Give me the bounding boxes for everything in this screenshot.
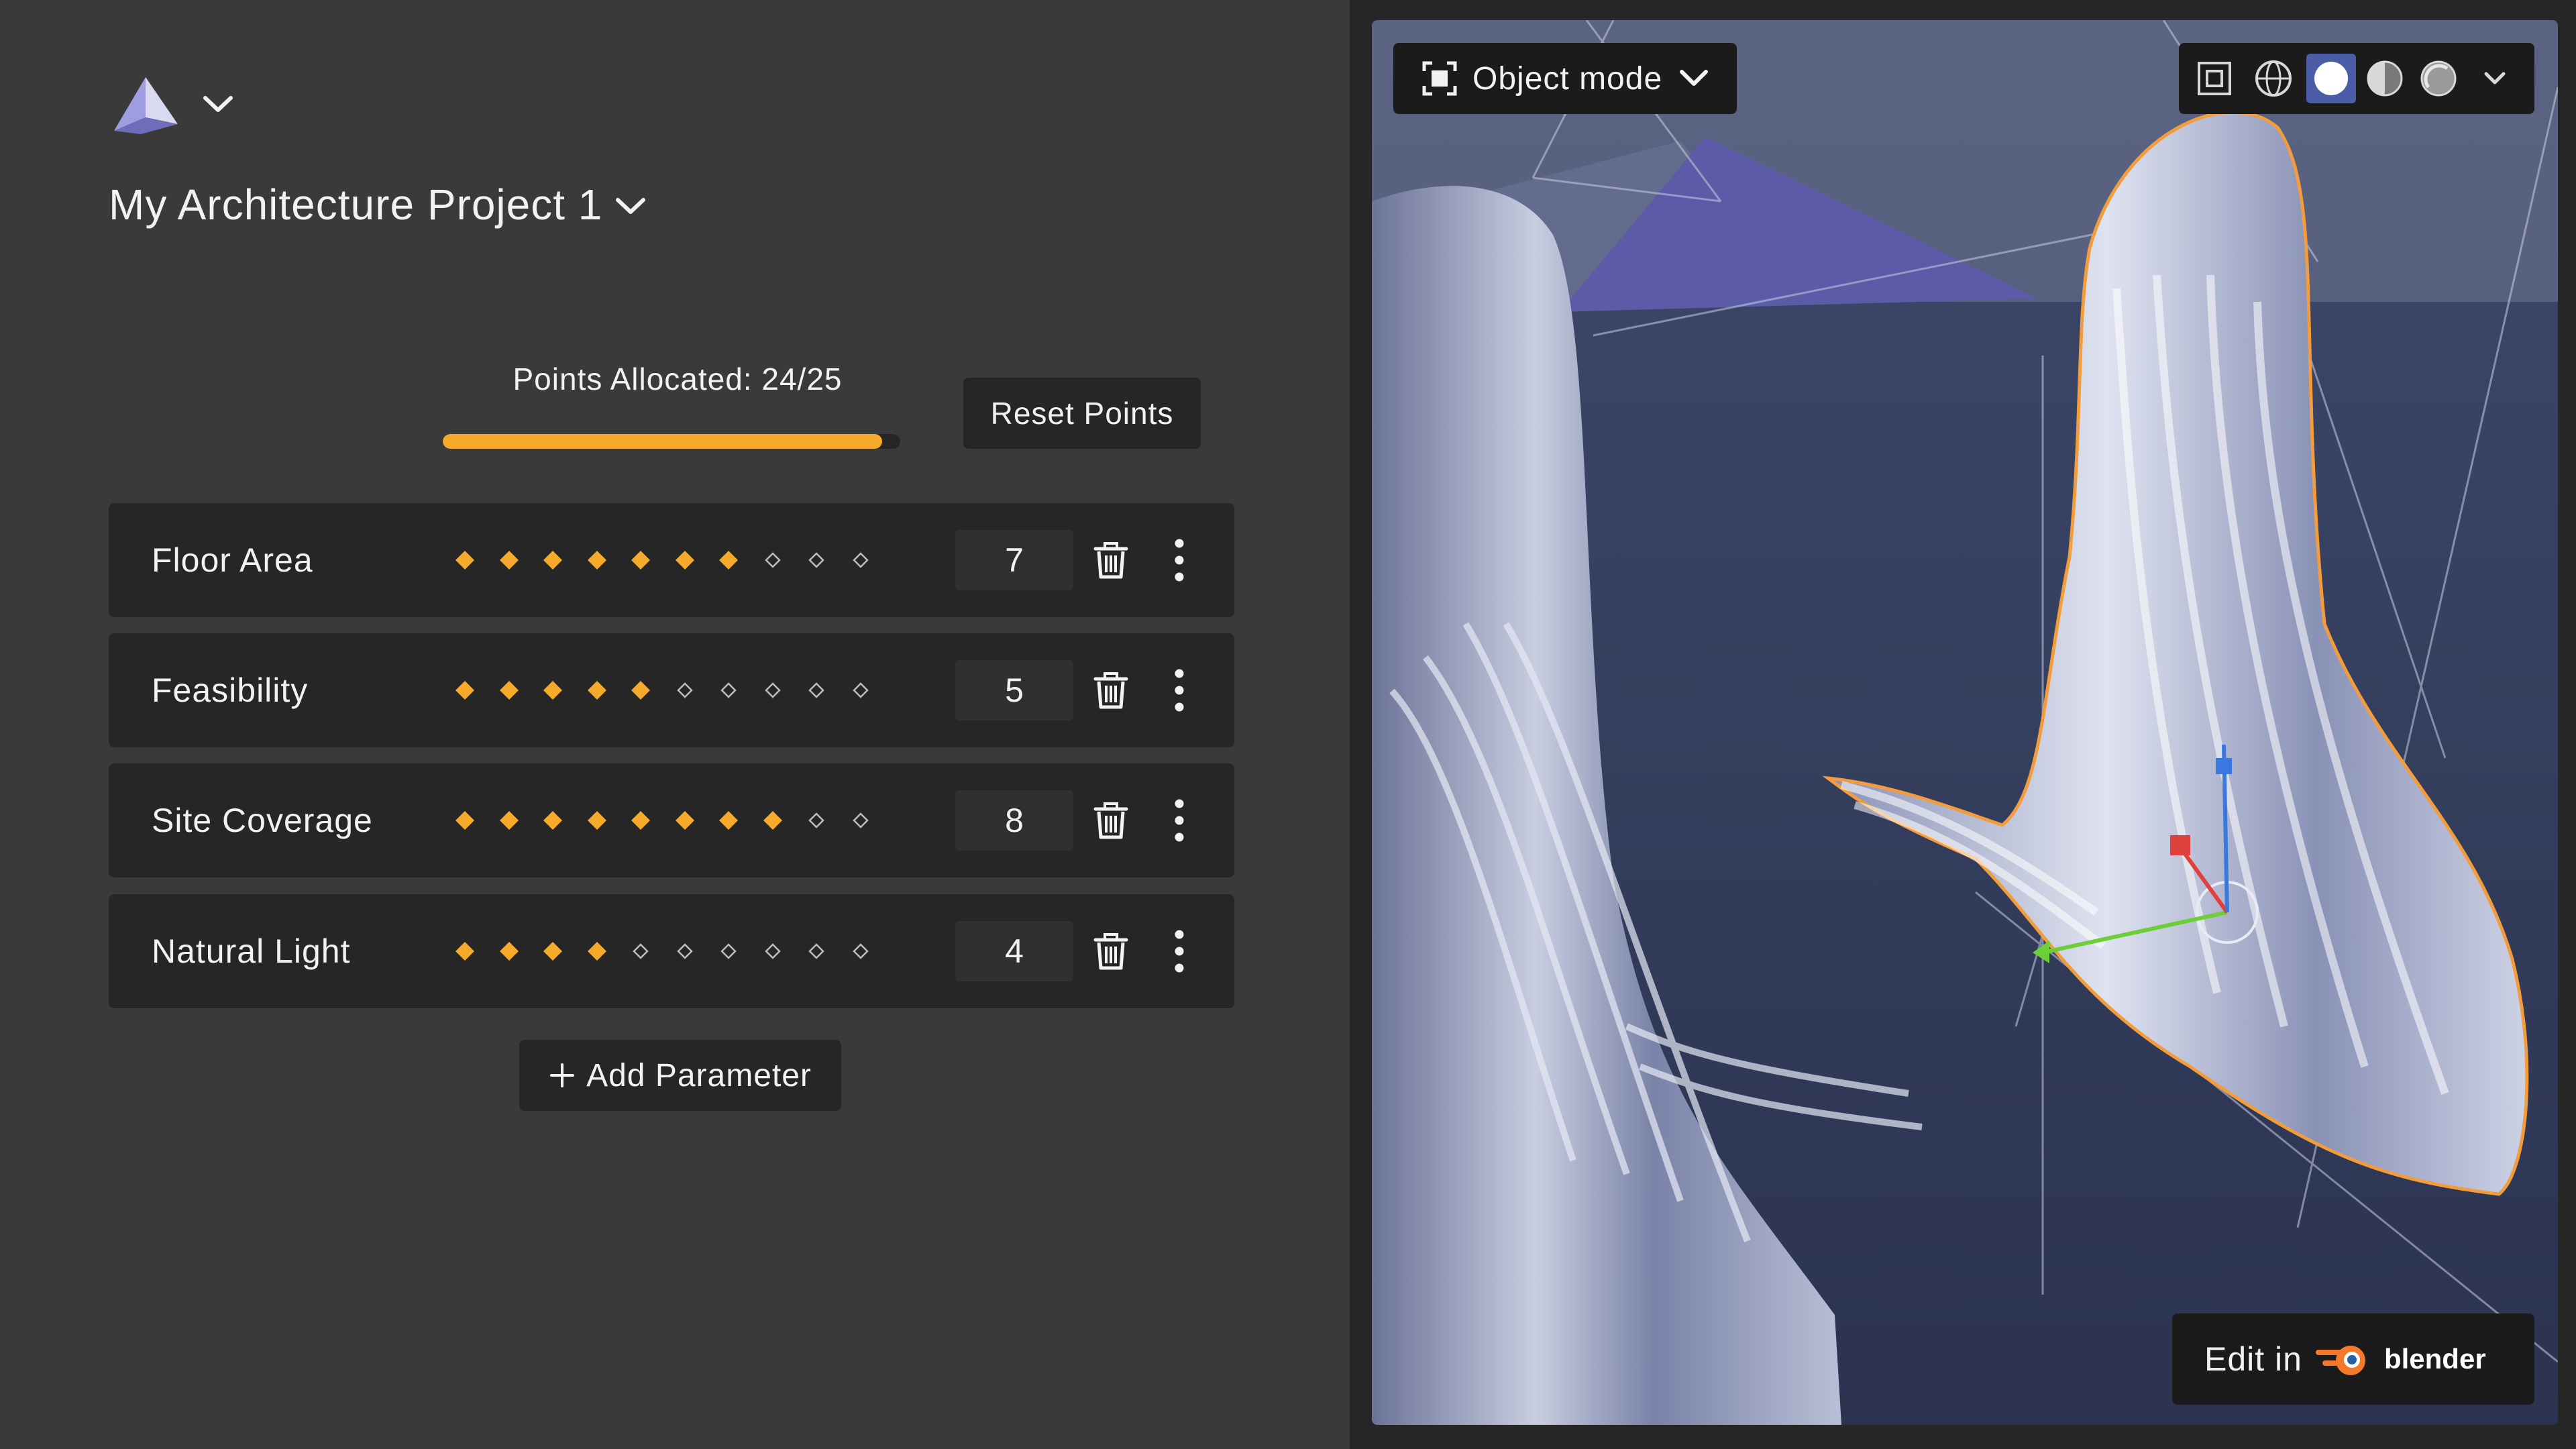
empty-diamond-icon[interactable] [630, 941, 651, 962]
empty-diamond-icon[interactable] [718, 941, 739, 962]
filled-diamond-icon[interactable] [454, 941, 476, 962]
parameter-row: Site Coverage 8 [109, 763, 1234, 877]
parameter-row: Floor Area 7 [109, 503, 1234, 617]
add-parameter-button[interactable]: Add Parameter [519, 1040, 841, 1111]
more-vertical-icon[interactable] [1174, 668, 1185, 712]
filled-diamond-icon[interactable] [718, 810, 739, 831]
overlay-icon[interactable] [2194, 58, 2235, 99]
empty-diamond-icon[interactable] [806, 941, 827, 962]
empty-diamond-icon[interactable] [806, 680, 827, 701]
parameter-value-input[interactable]: 4 [955, 921, 1073, 981]
object-mode-icon [1422, 61, 1457, 96]
trash-icon[interactable] [1091, 801, 1130, 840]
filled-diamond-icon[interactable] [498, 810, 520, 831]
rendered-icon[interactable] [2418, 58, 2459, 99]
empty-diamond-icon[interactable] [806, 549, 827, 571]
empty-diamond-icon[interactable] [850, 549, 871, 571]
empty-diamond-icon[interactable] [850, 941, 871, 962]
parameter-name: Natural Light [152, 932, 351, 970]
parameter-name: Site Coverage [152, 802, 373, 839]
parameter-name: Feasibility [152, 672, 309, 709]
trash-icon[interactable] [1091, 932, 1130, 971]
filled-diamond-icon[interactable] [454, 549, 476, 571]
empty-diamond-icon[interactable] [762, 941, 784, 962]
chevron-down-icon[interactable] [614, 195, 647, 219]
viewport-shading-toolbar [2179, 43, 2534, 114]
logo-pyramid-icon[interactable] [114, 77, 178, 134]
filled-diamond-icon[interactable] [586, 680, 608, 701]
filled-diamond-icon[interactable] [542, 549, 564, 571]
more-vertical-icon[interactable] [1174, 798, 1185, 843]
empty-diamond-icon[interactable] [850, 680, 871, 701]
object-mode-label: Object mode [1472, 60, 1663, 97]
chevron-down-icon[interactable] [2479, 63, 2510, 94]
filled-diamond-icon[interactable] [498, 549, 520, 571]
blender-logo-icon [2315, 1346, 2365, 1375]
filled-diamond-icon[interactable] [454, 680, 476, 701]
parameter-name: Floor Area [152, 541, 313, 579]
trash-icon[interactable] [1091, 671, 1130, 710]
filled-diamond-icon[interactable] [586, 810, 608, 831]
object-mode-dropdown[interactable]: Object mode [1393, 43, 1737, 114]
empty-diamond-icon[interactable] [674, 680, 696, 701]
more-vertical-icon[interactable] [1174, 538, 1185, 582]
filled-diamond-icon[interactable] [454, 810, 476, 831]
empty-diamond-icon[interactable] [806, 810, 827, 831]
parameter-value-input[interactable]: 7 [955, 530, 1073, 590]
edit-in-blender-button[interactable]: Edit in blender [2172, 1313, 2534, 1405]
filled-diamond-icon[interactable] [630, 810, 651, 831]
blender-wordmark: blender [2383, 1343, 2486, 1375]
filled-diamond-icon[interactable] [718, 549, 739, 571]
parameter-row: Natural Light 4 [109, 894, 1234, 1008]
filled-diamond-icon[interactable] [674, 810, 696, 831]
left-panel: My Architecture Project 1 Points Allocat… [0, 0, 1350, 1449]
parameter-value-input[interactable]: 5 [955, 660, 1073, 720]
architecture-scene [1372, 20, 2558, 1425]
filled-diamond-icon[interactable] [498, 680, 520, 701]
filled-diamond-icon[interactable] [630, 549, 651, 571]
filled-diamond-icon[interactable] [586, 941, 608, 962]
material-preview-icon[interactable] [2364, 58, 2406, 99]
chevron-down-icon[interactable] [201, 93, 235, 117]
empty-diamond-icon[interactable] [762, 549, 784, 571]
points-progress-bar [443, 434, 900, 449]
edit-in-label: Edit in [2204, 1340, 2302, 1378]
add-parameter-label: Add Parameter [586, 1057, 812, 1093]
empty-diamond-icon[interactable] [718, 680, 739, 701]
points-allocated-label: Points Allocated: 24/25 [513, 362, 843, 396]
filled-diamond-icon[interactable] [674, 549, 696, 571]
more-vertical-icon[interactable] [1174, 929, 1185, 973]
plus-icon [550, 1063, 575, 1087]
points-progress-fill [443, 434, 882, 449]
3d-viewport[interactable]: Object mode Edit in blender [1372, 20, 2558, 1425]
filled-diamond-icon[interactable] [498, 941, 520, 962]
chevron-down-icon [1680, 70, 1709, 86]
empty-diamond-icon[interactable] [674, 941, 696, 962]
filled-diamond-icon[interactable] [542, 810, 564, 831]
parameter-row: Feasibility 5 [109, 633, 1234, 747]
solid-icon[interactable] [2310, 58, 2352, 99]
trash-icon[interactable] [1091, 541, 1130, 580]
reset-points-button[interactable]: Reset Points [963, 378, 1201, 449]
empty-diamond-icon[interactable] [850, 810, 871, 831]
wireframe-icon[interactable] [2253, 58, 2294, 99]
filled-diamond-icon[interactable] [762, 810, 784, 831]
project-title[interactable]: My Architecture Project 1 [109, 180, 602, 229]
filled-diamond-icon[interactable] [630, 680, 651, 701]
parameter-value-input[interactable]: 8 [955, 790, 1073, 851]
filled-diamond-icon[interactable] [542, 941, 564, 962]
filled-diamond-icon[interactable] [586, 549, 608, 571]
filled-diamond-icon[interactable] [542, 680, 564, 701]
empty-diamond-icon[interactable] [762, 680, 784, 701]
